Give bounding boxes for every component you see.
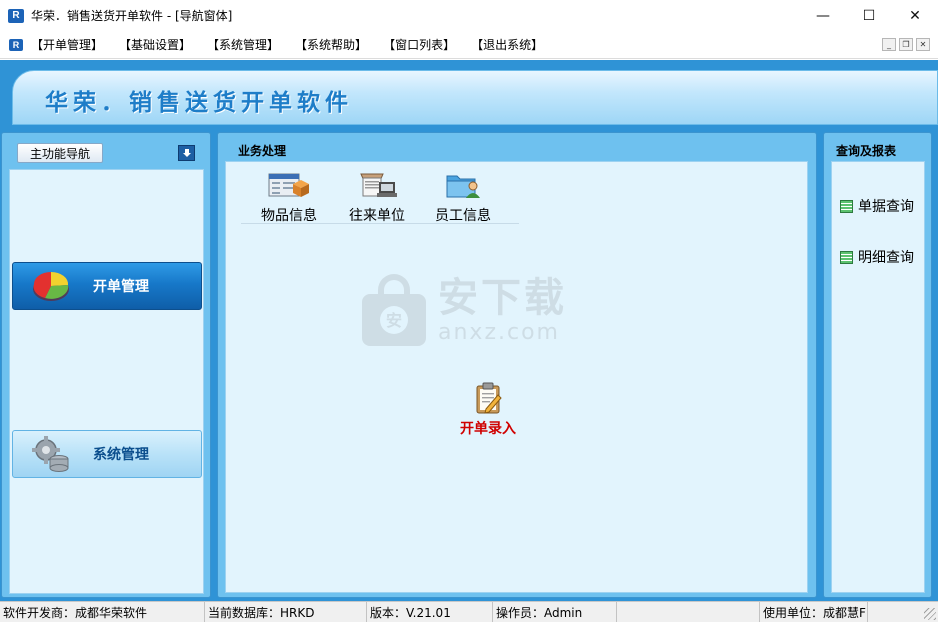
business-panel: 业务处理 物品信息 往来单位 员工信息 安 安下载 anxz.com 开单录入 [217,132,817,598]
menu-basic-settings[interactable]: 【基础设置】 [119,36,191,53]
nav-button-billing[interactable]: 开单管理 [12,262,202,310]
status-version: 版本：V.21.01 [367,601,493,622]
menu-system-management[interactable]: 【系统管理】 [207,36,279,53]
employee-info-icon [446,175,480,198]
clipboard-edit-icon [476,382,502,414]
watermark-big-text: 安下载 [438,274,567,321]
tool-goods-info-label: 物品信息 [261,208,317,224]
billing-entry-label: 开单录入 [460,421,516,437]
gear-database-icon [32,436,69,472]
business-panel-title: 业务处理 [238,144,287,158]
window-controls: — ☐ ✕ [800,0,938,31]
goods-info-icon [268,173,309,197]
menu-app-icon[interactable]: R [9,38,23,51]
query-detail-label: 明细查询 [858,250,914,266]
menu-billing-management[interactable]: 【开单管理】 [31,36,103,53]
banner: 华荣．销售送货开单软件 [12,70,938,125]
query-report-list: 单据查询 明细查询 [831,161,925,593]
window-title: 华荣．销售送货开单软件 - [导航窗体] [31,9,233,23]
menu-exit-system[interactable]: 【退出系统】 [471,36,543,53]
tool-partner-unit-label: 往来单位 [349,208,405,224]
tool-partner-unit[interactable]: 往来单位 [342,170,412,225]
mdi-close-button[interactable]: ✕ [916,38,930,51]
menu-system-help[interactable]: 【系统帮助】 [295,36,367,53]
app-logo-icon: R [8,8,24,23]
partner-unit-icon [360,173,397,197]
tools-divider [241,223,519,224]
nav-button-billing-label: 开单管理 [93,279,149,295]
status-bar: 软件开发商：成都华荣软件 当前数据库：HRKD 版本：V.21.01 操作员：A… [0,601,938,622]
watermark: 安 安下载 anxz.com [358,270,567,350]
status-database: 当前数据库：HRKD [205,601,367,622]
mdi-controls: _ ❐ ✕ [882,38,930,51]
tool-employee-info[interactable]: 员工信息 [428,170,498,225]
mdi-restore-button[interactable]: ❐ [899,38,913,51]
report-list-icon [840,199,853,213]
main-area: 华荣．销售送货开单软件 主功能导航 开单管理 系统管理 业务处理 物品信息 往来… [0,60,938,601]
main-nav-header-button[interactable]: 主功能导航 [17,143,103,163]
query-report-title: 查询及报表 [836,144,897,158]
tool-goods-info[interactable]: 物品信息 [254,170,324,225]
banner-title: 华荣．销售送货开单软件 [45,90,353,116]
nav-button-system-label: 系统管理 [93,447,149,463]
business-workspace: 物品信息 往来单位 员工信息 安 安下载 anxz.com 开单录入 [225,161,808,593]
left-nav-panel: 主功能导航 开单管理 系统管理 [1,132,211,598]
close-button[interactable]: ✕ [892,0,938,31]
status-blank [617,601,760,622]
query-report-panel: 查询及报表 单据查询 明细查询 [823,132,932,598]
query-document-label: 单据查询 [858,199,914,215]
arrow-down-icon[interactable] [178,145,195,161]
status-developer: 软件开发商：成都华荣软件 [0,601,205,622]
status-operator: 操作员：Admin [493,601,617,622]
watermark-small-text: anxz.com [438,319,560,345]
mdi-minimize-button[interactable]: _ [882,38,896,51]
menu-bar: R 【开单管理】 【基础设置】 【系统管理】 【系统帮助】 【窗口列表】 【退出… [0,31,938,59]
resize-grip[interactable] [924,608,936,620]
maximize-button[interactable]: ☐ [846,0,892,31]
tool-employee-info-label: 员工信息 [435,208,491,224]
billing-entry-button[interactable]: 开单录入 [448,382,528,438]
title-bar: R 华荣．销售送货开单软件 - [导航窗体] — ☐ ✕ [0,0,938,31]
nav-button-system[interactable]: 系统管理 [12,430,202,478]
menu-window-list[interactable]: 【窗口列表】 [383,36,455,53]
status-unit: 使用单位：成都慧F [760,601,868,622]
pie-chart-icon [33,271,69,301]
query-document-button[interactable]: 单据查询 [840,196,914,216]
left-nav-list: 开单管理 系统管理 [9,169,204,594]
minimize-button[interactable]: — [800,0,846,31]
report-list-icon [840,250,853,264]
watermark-shield-text: 安 [386,311,402,330]
shield-watermark-icon: 安 [362,274,426,346]
query-detail-button[interactable]: 明细查询 [840,247,914,267]
